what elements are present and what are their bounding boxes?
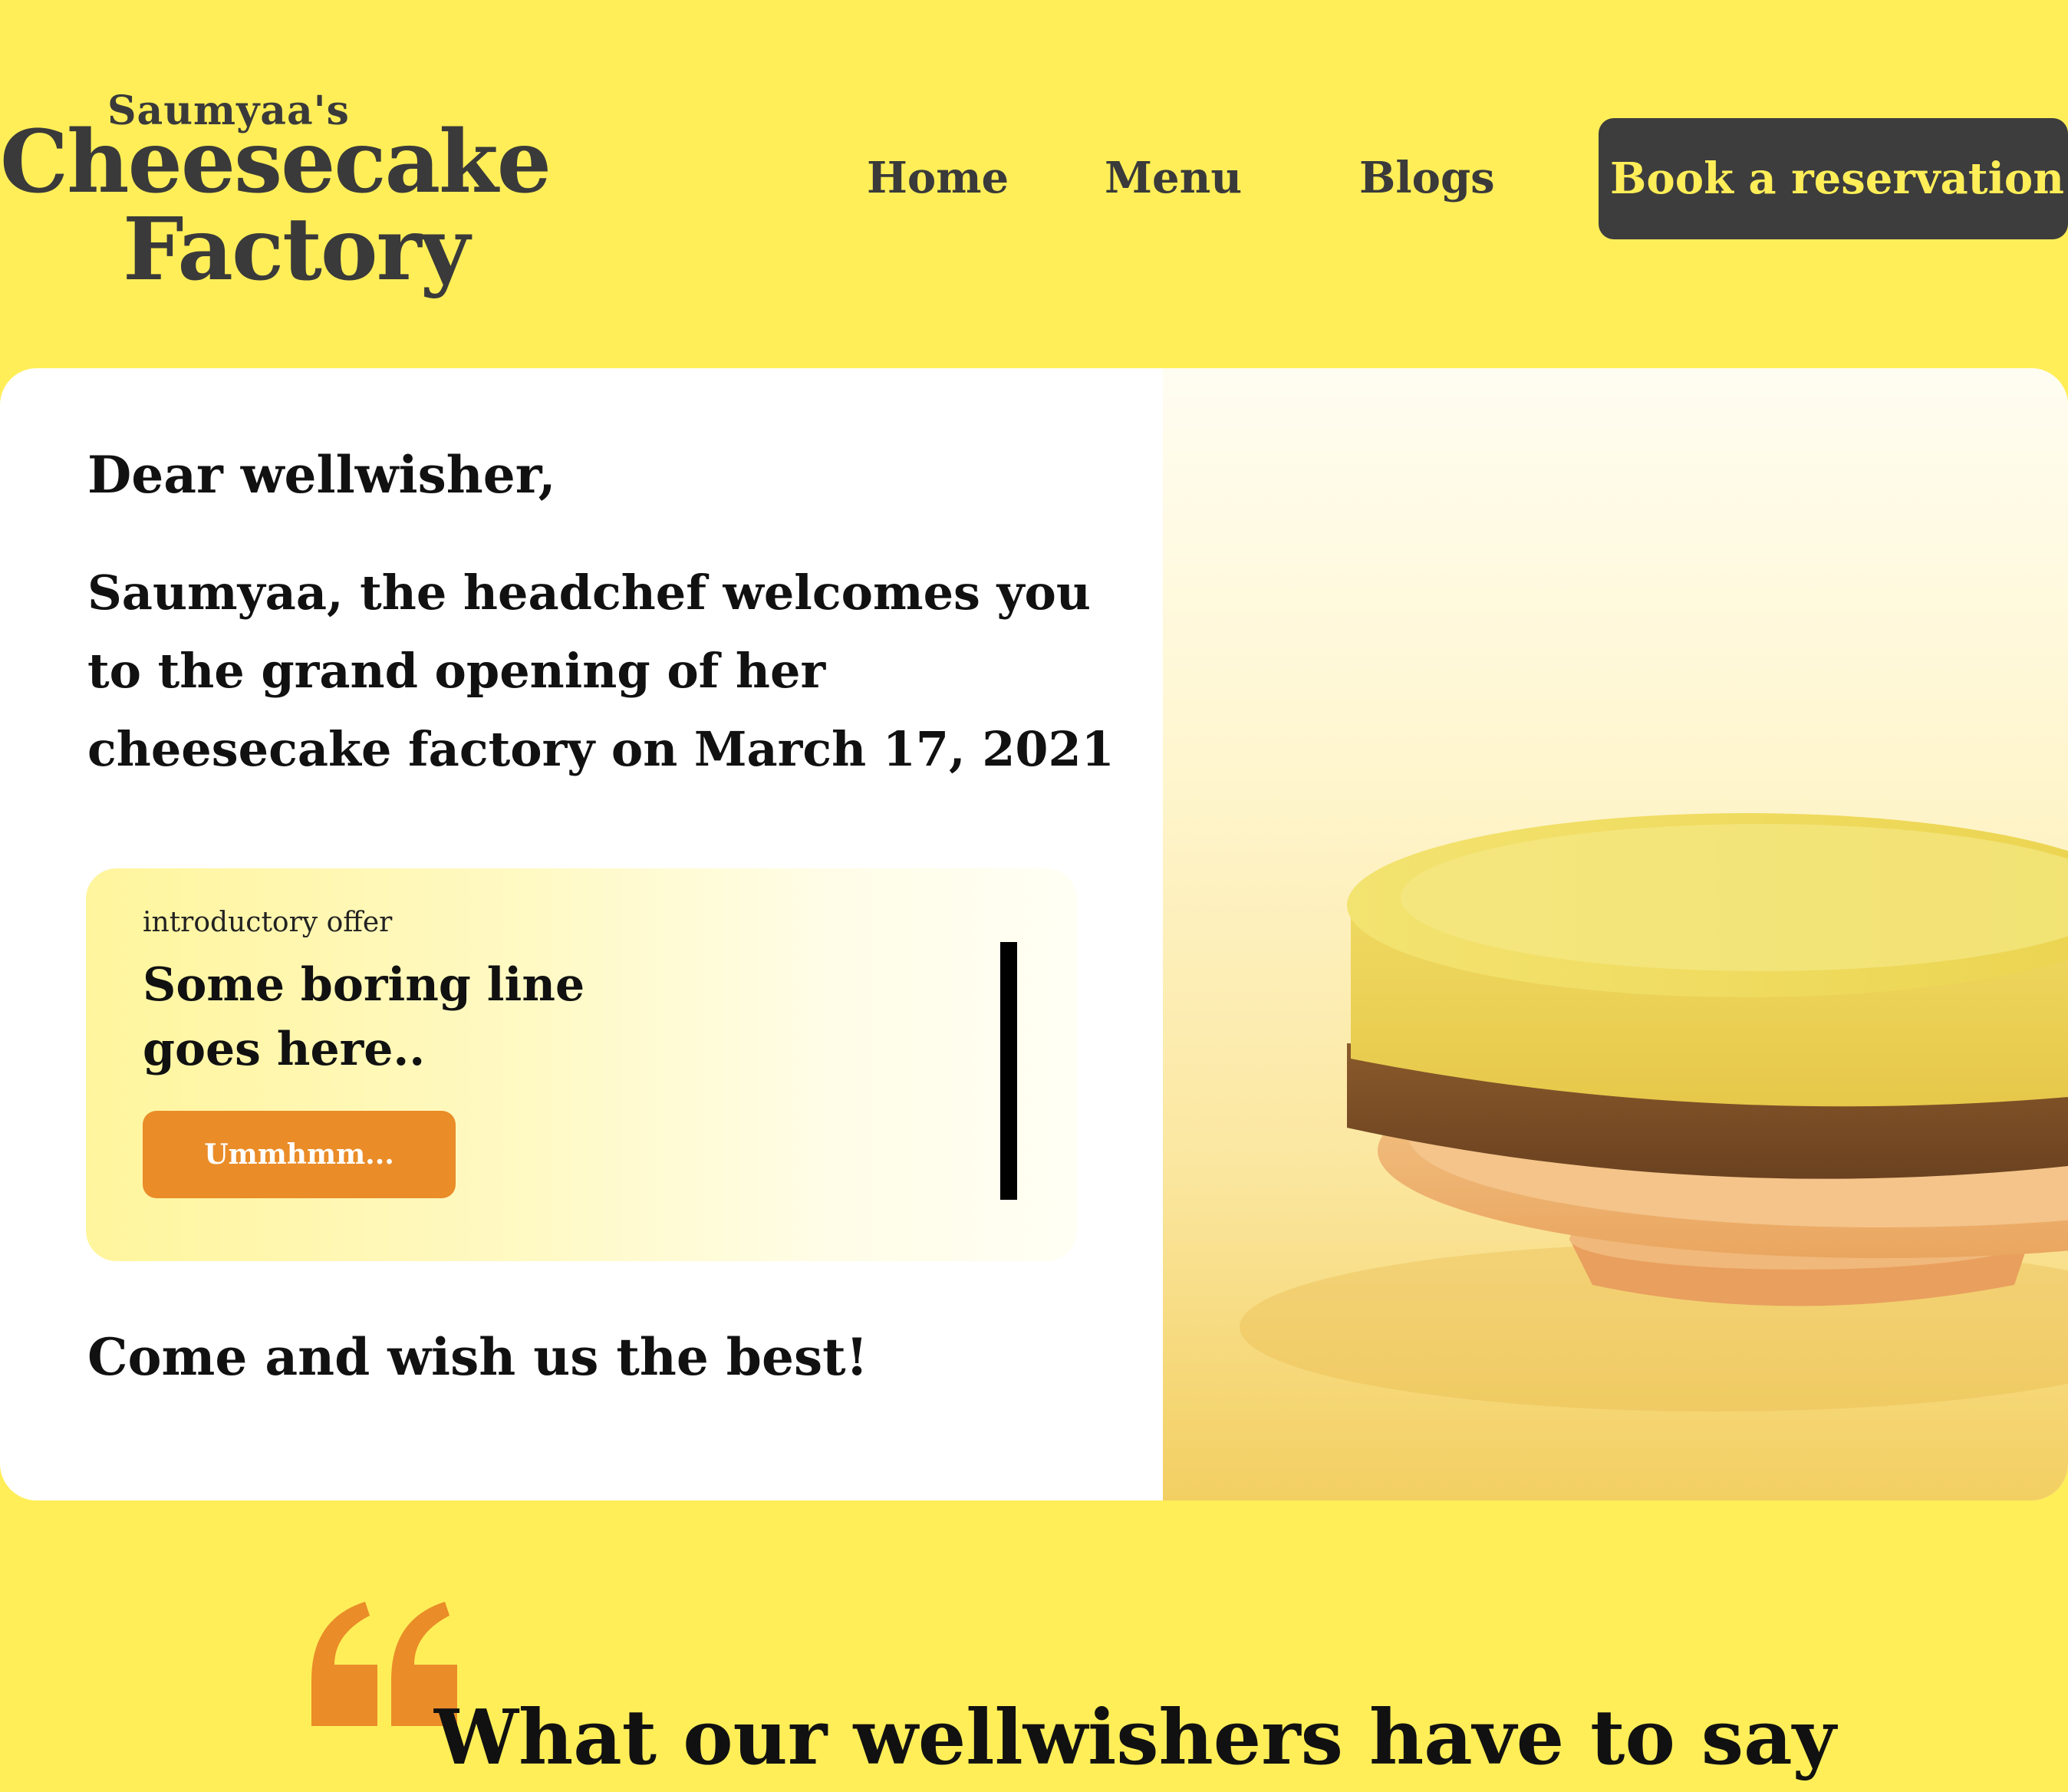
offer-label: introductory offer: [143, 907, 393, 938]
cheesecake-illustration: [1240, 813, 2068, 1412]
brand-logo[interactable]: Saumyaa's Cheesecake Factory: [0, 77, 552, 322]
hero-card: Dear wellwisher, Saumyaa, the headchef w…: [0, 368, 2068, 1500]
hero-greeting: Dear wellwisher,: [87, 445, 556, 505]
hero-closing-text: Come and wish us the best!: [87, 1327, 868, 1387]
nav-blogs-link[interactable]: Blogs: [1359, 147, 1495, 209]
brand-name-line3: Factory: [123, 199, 470, 300]
cheesecake-photo: [1163, 368, 2068, 1500]
offer-title: Some boring line goes here..: [143, 958, 585, 1076]
book-reservation-button[interactable]: Book a reservation: [1599, 118, 2068, 239]
hero-intro-text: Saumyaa, the headchef welcomes you to th…: [87, 565, 1115, 777]
brand-name-line2: Cheesecake: [0, 112, 552, 212]
offer-divider-bar: [1000, 942, 1017, 1200]
testimonials-heading: What our wellwishers have to say: [434, 1694, 1836, 1782]
nav-menu-link[interactable]: Menu: [1105, 147, 1242, 209]
introductory-offer-card: introductory offer Some boring line goes…: [86, 868, 1077, 1261]
offer-button[interactable]: Ummhmm...: [143, 1111, 456, 1198]
nav-home-link[interactable]: Home: [867, 147, 1009, 209]
hero-text-panel: Dear wellwisher, Saumyaa, the headchef w…: [0, 368, 1163, 1500]
